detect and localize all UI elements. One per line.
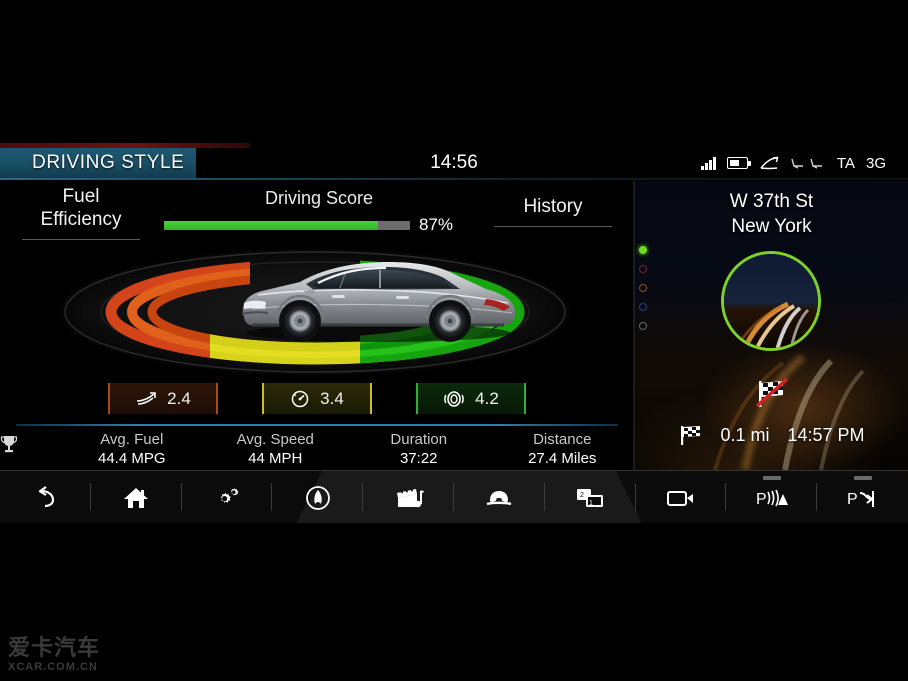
driving-score-progressbar xyxy=(164,220,410,230)
infotainment-screen: DRIVING STYLE 14:56 TA 3G Fuel Efficienc… xyxy=(0,143,908,523)
back-arrow-icon xyxy=(39,485,55,507)
destination-street: W 37th St xyxy=(729,191,814,212)
watermark: 爱卡汽车 XCAR.COM.CN xyxy=(8,638,100,674)
destination-address: W 37th St New York xyxy=(635,189,908,239)
settings-button[interactable] xyxy=(182,471,273,523)
status-bar: TA 3G xyxy=(701,149,886,177)
telephone-icon xyxy=(487,490,512,505)
tab-history[interactable]: History xyxy=(488,195,618,227)
stat-avg-speed-label: Avg. Speed xyxy=(236,431,314,448)
home-button[interactable] xyxy=(91,471,182,523)
page-dot-3[interactable] xyxy=(639,283,647,292)
page-title: DRIVING STYLE xyxy=(32,152,185,173)
tab-fuel-efficiency[interactable]: Fuel Efficiency xyxy=(16,185,146,240)
navigation-panel[interactable]: W 37th St New York 0.1 mi 14:57 PM xyxy=(635,181,908,470)
svg-text:1: 1 xyxy=(589,500,593,507)
stat-avg-fuel-value: 44.4 MPG xyxy=(97,450,166,467)
destination-city: New York xyxy=(731,216,812,237)
svg-text:2: 2 xyxy=(580,492,584,499)
car-platform xyxy=(60,249,570,375)
home-icon xyxy=(124,487,149,508)
media-clapperboard-icon xyxy=(396,486,424,507)
badge-speed-value: 3.4 xyxy=(320,388,344,408)
watermark-cn: 爱卡汽车 xyxy=(8,636,101,661)
phone-button[interactable] xyxy=(454,471,545,523)
title-underline xyxy=(0,178,908,180)
car-visualization xyxy=(0,231,634,381)
camera-button[interactable] xyxy=(636,471,727,523)
watermark-en: XCAR.COM.CN xyxy=(8,661,98,673)
badge-speed[interactable]: 3.4 xyxy=(262,383,372,414)
back-button[interactable] xyxy=(0,471,91,523)
active-indicator-tab xyxy=(853,476,872,480)
route-thumbnail[interactable] xyxy=(721,251,821,351)
tab-history-label: History xyxy=(523,196,583,217)
dual-screen-icon: 2 1 xyxy=(577,488,604,507)
route-summary: 0.1 mi 14:57 PM xyxy=(635,424,908,446)
park-assist-icon: P xyxy=(847,490,874,508)
speedometer-icon xyxy=(290,390,310,408)
dual-view-button[interactable]: 2 1 xyxy=(545,471,636,523)
screen-title-tab: DRIVING STYLE xyxy=(0,148,196,178)
driving-style-panel: Fuel Efficiency Driving Score 87% Histor… xyxy=(0,181,634,470)
page-dot-4[interactable] xyxy=(639,302,647,311)
stat-avg-speed-value: 44 MPH xyxy=(248,450,303,467)
trophy-icon xyxy=(0,430,60,454)
route-icon xyxy=(759,156,779,170)
navigation-arrow-icon xyxy=(305,485,330,510)
park-assist-button[interactable]: P xyxy=(817,471,908,523)
badge-steering[interactable]: 4.2 xyxy=(416,383,526,414)
stat-avg-fuel-label: Avg. Fuel xyxy=(100,431,164,448)
stat-duration-value: 37:22 xyxy=(399,450,438,467)
score-badges: 2.4 3.4 4.2 xyxy=(0,383,634,417)
tab-fuel-efficiency-line1: Fuel xyxy=(62,186,100,207)
tab-driving-score[interactable]: Driving Score 87% xyxy=(164,188,474,235)
driving-score-label: Driving Score xyxy=(264,188,374,208)
title-bar: DRIVING STYLE 14:56 TA 3G xyxy=(0,143,908,181)
checkered-flag-icon xyxy=(678,424,702,446)
media-button[interactable] xyxy=(363,471,454,523)
park-distance-icon: P xyxy=(756,489,788,508)
steering-wheel-icon xyxy=(443,390,465,408)
park-distance-button[interactable]: P xyxy=(726,471,818,523)
camera-icon xyxy=(666,490,693,506)
stat-distance: Distance 27.4 Miles xyxy=(491,430,635,469)
page-dot-1[interactable] xyxy=(639,245,647,254)
stat-avg-speed: Avg. Speed 44 MPH xyxy=(204,430,348,469)
signal-bars-icon xyxy=(701,156,716,170)
page-dot-5[interactable] xyxy=(639,321,647,330)
stat-avg-fuel: Avg. Fuel 44.4 MPG xyxy=(60,430,204,469)
trip-stats: Avg. Fuel 44.4 MPG Avg. Speed 44 MPH Dur… xyxy=(0,430,634,470)
tab-fuel-efficiency-line2: Efficiency xyxy=(40,209,122,230)
battery-icon xyxy=(726,157,751,169)
badge-acceleration[interactable]: 2.4 xyxy=(108,383,218,414)
acceleration-icon xyxy=(135,391,157,407)
stat-duration: Duration 37:22 xyxy=(347,430,491,469)
svg-text:P: P xyxy=(756,491,767,508)
navigation-button[interactable] xyxy=(272,471,364,523)
driving-score-progress-fill xyxy=(164,220,379,230)
svg-text:P: P xyxy=(847,491,858,508)
seat-heating-icon xyxy=(790,156,826,170)
stats-divider xyxy=(16,424,618,426)
no-destination-set-icon xyxy=(753,377,793,411)
page-indicator-dots[interactable] xyxy=(636,143,650,432)
tab-underline xyxy=(494,226,612,227)
stat-distance-label: Distance xyxy=(533,431,592,448)
page-dot-2[interactable] xyxy=(639,264,647,273)
bottom-toolbar: 2 1 P P xyxy=(0,470,908,523)
remaining-distance: 0.1 mi xyxy=(720,424,770,445)
car-illustration xyxy=(241,262,516,342)
badge-acceleration-value: 2.4 xyxy=(167,388,191,408)
gears-icon xyxy=(220,487,239,503)
traffic-announcement-label: TA xyxy=(836,154,855,172)
network-label: 3G xyxy=(865,154,886,172)
estimated-arrival-time: 14:57 PM xyxy=(787,424,865,445)
active-indicator-tab xyxy=(762,476,781,480)
stat-duration-label: Duration xyxy=(390,431,448,448)
tab-bar: Fuel Efficiency Driving Score 87% Histor… xyxy=(0,181,634,240)
stat-distance-value: 27.4 Miles xyxy=(528,450,597,467)
badge-steering-value: 4.2 xyxy=(475,388,499,408)
